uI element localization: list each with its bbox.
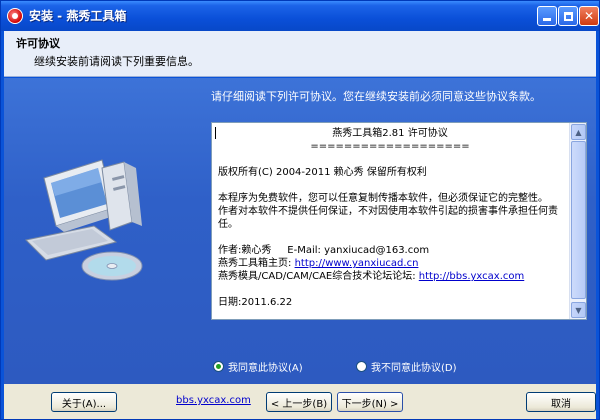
installer-window: 安装 - 燕秀工具箱 ✕ 许可协议 继续安装前请阅读下列重要信息。 请仔细阅读下… (0, 0, 600, 420)
back-button[interactable]: < 上一步(B) (266, 392, 332, 412)
license-scrollbar[interactable]: ▲ ▼ (569, 123, 586, 319)
app-icon (7, 8, 23, 24)
license-forum-line: 燕秀模具/CAD/CAM/CAE综合技术论坛论坛: http://bbs.yxc… (218, 270, 562, 283)
about-button[interactable]: 关于(A)... (51, 392, 117, 412)
wizard-body: 请仔细阅读下列许可协议。您在继续安装前必须同意这些协议条款。 燕秀工具箱2.81… (4, 78, 596, 384)
forum-label: 燕秀模具/CAD/CAM/CAE综合技术论坛论坛: (218, 271, 416, 282)
agree-radio-label[interactable]: 我同意此协议(A) (228, 359, 303, 374)
maximize-icon (563, 11, 573, 21)
title-bar[interactable]: 安装 - 燕秀工具箱 ✕ (1, 1, 599, 31)
instruction-text: 请仔细阅读下列许可协议。您在继续安装前必须同意这些协议条款。 (211, 90, 541, 103)
wizard-footer: 关于(A)... bbs.yxcax.com < 上一步(B) 下一步(N) >… (4, 384, 596, 419)
scroll-up-icon: ▲ (575, 127, 582, 137)
scroll-up-button[interactable]: ▲ (571, 124, 586, 140)
license-date: 日期:2011.6.22 (218, 297, 293, 308)
license-homepage-line: 燕秀工具箱主页: http://www.yanxiucad.cn (218, 257, 562, 270)
page-header: 许可协议 继续安装前请阅读下列重要信息。 (4, 31, 596, 77)
scroll-down-icon: ▼ (575, 305, 582, 315)
license-textbox[interactable]: 燕秀工具箱2.81 许可协议 =================== 版权所有(… (211, 122, 587, 320)
license-separator: =================== (310, 141, 470, 152)
minimize-button[interactable] (537, 6, 557, 26)
homepage-label: 燕秀工具箱主页: (218, 258, 292, 269)
maximize-button[interactable] (558, 6, 578, 26)
license-paragraph-2: 作者对本软件不提供任何保证，不对因使用本软件引起的损害事件承担任何责任。 (218, 206, 558, 230)
page-subtitle: 继续安装前请阅读下列重要信息。 (34, 55, 199, 68)
homepage-link[interactable]: http://www.yanxiucad.cn (295, 258, 419, 269)
window-title: 安装 - 燕秀工具箱 (29, 9, 127, 23)
text-caret (215, 127, 216, 139)
computer-illustration (24, 159, 143, 281)
close-button[interactable]: ✕ (579, 6, 599, 26)
agree-radio[interactable] (213, 361, 224, 372)
license-text[interactable]: 燕秀工具箱2.81 许可协议 =================== 版权所有(… (212, 123, 568, 319)
forum-footer-link[interactable]: bbs.yxcax.com (176, 395, 251, 406)
license-paragraph-1: 本程序为免费软件，您可以任意复制传播本软件，但必须保证它的完整性。 (218, 193, 548, 204)
disagree-radio-option[interactable]: 我不同意此协议(D) (356, 359, 457, 374)
disagree-radio[interactable] (356, 361, 367, 372)
scroll-thumb[interactable] (571, 141, 586, 299)
agree-radio-option[interactable]: 我同意此协议(A) (213, 359, 303, 374)
close-icon: ✕ (583, 9, 595, 23)
cancel-button[interactable]: 取消 (526, 392, 596, 412)
page-title: 许可协议 (16, 37, 60, 50)
next-button[interactable]: 下一步(N) > (337, 392, 403, 412)
license-heading: 燕秀工具箱2.81 许可协议 (332, 128, 448, 139)
email-value: yanxiucad@163.com (324, 245, 430, 256)
license-author-line: 作者:赖心秀 E-Mail: yanxiucad@163.com (218, 244, 562, 257)
email-label: E-Mail: (287, 245, 321, 256)
disagree-radio-label[interactable]: 我不同意此协议(D) (371, 359, 457, 374)
minimize-icon (543, 18, 551, 21)
scroll-down-button[interactable]: ▼ (571, 302, 586, 318)
author-label: 作者:赖心秀 (218, 245, 272, 256)
license-copyright: 版权所有(C) 2004-2011 赖心秀 保留所有权利 (218, 167, 427, 178)
forum-link[interactable]: http://bbs.yxcax.com (419, 271, 524, 282)
